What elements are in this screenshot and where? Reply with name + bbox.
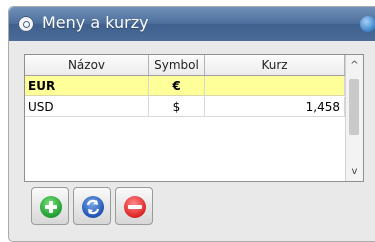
corner-orb-icon[interactable] <box>360 16 375 32</box>
scroll-up-icon[interactable]: ^ <box>346 56 363 74</box>
plus-icon <box>40 196 62 218</box>
minus-icon-bar <box>128 205 142 209</box>
minus-icon <box>124 196 146 218</box>
column-header-name[interactable]: Názov <box>25 55 149 75</box>
window-title: Meny a kurzy <box>42 13 149 32</box>
table-row[interactable]: EUR € <box>25 76 345 96</box>
table-row[interactable]: USD $ 1,458 <box>25 97 345 117</box>
title-bar[interactable]: Meny a kurzy <box>9 7 375 41</box>
grid-header: Názov Symbol Kurz <box>25 55 345 76</box>
refresh-button[interactable] <box>73 187 111 225</box>
window-icon <box>18 16 34 32</box>
column-header-rate[interactable]: Kurz <box>205 55 345 75</box>
delete-button[interactable] <box>115 187 153 225</box>
cell-rate <box>205 76 345 96</box>
cell-name: USD <box>25 97 149 117</box>
vertical-scrollbar[interactable]: ^ v <box>345 55 363 181</box>
dialog-window: Meny a kurzy Názov Symbol Kurz EUR € USD… <box>8 6 375 242</box>
currency-grid: Názov Symbol Kurz EUR € USD $ 1,458 ^ v <box>24 54 364 182</box>
scroll-thumb[interactable] <box>349 79 359 135</box>
cell-symbol: $ <box>149 97 205 117</box>
refresh-icon <box>82 196 104 218</box>
scroll-down-icon[interactable]: v <box>346 162 363 180</box>
column-header-symbol[interactable]: Symbol <box>149 55 205 75</box>
cell-symbol: € <box>149 76 205 96</box>
plus-icon-bar-v <box>49 201 53 213</box>
cell-rate: 1,458 <box>205 97 345 117</box>
add-button[interactable] <box>31 187 69 225</box>
refresh-arrows-icon <box>86 199 100 215</box>
cell-name: EUR <box>25 76 149 96</box>
